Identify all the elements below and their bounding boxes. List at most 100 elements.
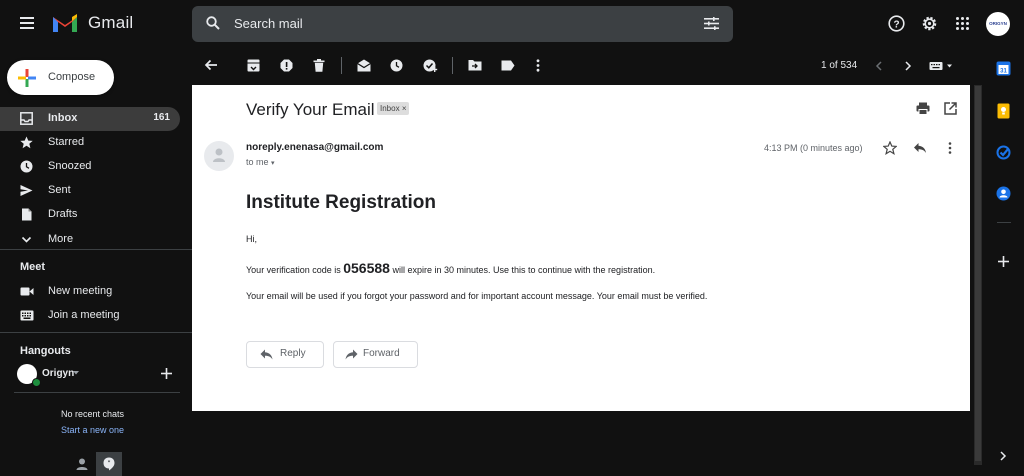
compose-plus-icon: [18, 69, 36, 87]
verification-code: 056588: [343, 260, 390, 276]
calendar-icon[interactable]: 31: [996, 61, 1011, 76]
newer-chevron-left-icon[interactable]: [875, 61, 882, 71]
email-greeting: Hi,: [246, 234, 257, 244]
forward-icon: [345, 349, 358, 360]
delete-trash-icon[interactable]: [313, 59, 325, 72]
label-tag-icon[interactable]: [501, 60, 515, 71]
svg-text:?: ?: [893, 19, 899, 30]
sidebar-item-drafts[interactable]: Drafts: [0, 203, 180, 227]
hangouts-user-name[interactable]: Origyn: [42, 368, 74, 379]
reply-arrow-icon[interactable]: [913, 142, 927, 154]
sidebar-item-sent[interactable]: Sent: [0, 179, 180, 203]
scrollbar-thumb[interactable]: [975, 86, 981, 461]
show-side-panel-chevron-icon[interactable]: [1000, 451, 1007, 461]
meet-join-meeting[interactable]: Join a meeting: [0, 304, 180, 328]
message-time: 4:13 PM (0 minutes ago): [764, 143, 863, 153]
meet-item-label: New meeting: [48, 285, 113, 297]
toolbar-divider: [452, 57, 453, 74]
inbox-icon: [20, 112, 33, 125]
send-icon: [20, 185, 33, 196]
hangouts-section-title: Hangouts: [20, 345, 71, 357]
meet-section-title: Meet: [20, 261, 46, 273]
more-options-icon[interactable]: [536, 59, 540, 72]
sidebar-divider: [0, 332, 192, 333]
forward-button-label: Forward: [363, 348, 400, 359]
svg-text:": ": [108, 461, 111, 467]
meet-item-label: Join a meeting: [48, 309, 120, 321]
open-new-window-icon[interactable]: [944, 102, 957, 115]
help-icon[interactable]: ?: [888, 15, 905, 32]
message-subject: Verify Your Email: [246, 100, 375, 119]
hangouts-chat-icon: ": [103, 457, 115, 471]
recipient-details-caret-icon[interactable]: ▾: [271, 160, 275, 167]
sidebar-item-label: More: [48, 233, 74, 245]
contacts-person-icon[interactable]: [76, 458, 88, 470]
code-line-prefix: Your verification code is: [246, 265, 344, 275]
sidebar-item-label: Inbox: [48, 112, 78, 124]
reply-button[interactable]: Reply: [246, 341, 324, 368]
start-new-chat-link[interactable]: Start a new one: [61, 425, 124, 435]
print-icon[interactable]: [916, 102, 930, 115]
main-menu-icon[interactable]: [20, 17, 34, 29]
clock-icon: [20, 160, 33, 173]
online-status-dot: [32, 378, 41, 387]
input-tools-keyboard-icon[interactable]: [929, 61, 953, 71]
svg-text:31: 31: [1000, 69, 1007, 75]
inbox-unread-count: 161: [153, 112, 170, 123]
sidebar-item-label: Snoozed: [48, 160, 92, 172]
get-addons-plus-icon[interactable]: [998, 256, 1009, 267]
chevron-down-icon: [21, 236, 32, 243]
video-icon: [20, 287, 34, 296]
sidebar-item-inbox[interactable]: Inbox 161: [0, 107, 180, 131]
contacts-icon[interactable]: [996, 186, 1011, 201]
person-placeholder-icon: [213, 148, 225, 162]
search-input[interactable]: Search mail: [234, 16, 303, 31]
code-line-suffix: will expire in 30 minutes. Use this to c…: [389, 265, 656, 275]
sender-email: noreply.enenasa@gmail.com: [246, 142, 384, 153]
side-panel-divider: [997, 222, 1011, 223]
caret-down-icon[interactable]: [73, 371, 79, 375]
forward-button[interactable]: Forward: [333, 341, 418, 368]
add-contact-plus-icon[interactable]: [161, 368, 172, 379]
move-to-folder-icon[interactable]: [468, 59, 482, 71]
hangouts-divider: [14, 392, 180, 393]
search-icon[interactable]: [206, 16, 220, 30]
email-heading: Institute Registration: [246, 192, 437, 213]
meet-new-meeting[interactable]: New meeting: [0, 280, 180, 304]
tasks-icon[interactable]: [996, 145, 1011, 160]
keep-notes-icon[interactable]: [997, 103, 1010, 119]
recipient-to-me[interactable]: to me ▾: [246, 157, 275, 167]
compose-label: Compose: [48, 71, 96, 83]
star-outline-icon[interactable]: [883, 141, 897, 155]
gmail-brand-text[interactable]: Gmail: [88, 13, 133, 33]
star-icon: [20, 136, 33, 149]
mark-unread-icon[interactable]: [357, 59, 371, 72]
sidebar-item-label: Drafts: [48, 208, 78, 220]
no-recent-chats-text: No recent chats: [61, 409, 125, 419]
report-spam-icon[interactable]: [280, 59, 293, 72]
gmail-logo-icon[interactable]: [52, 13, 78, 33]
draft-icon: [22, 208, 32, 221]
badge-label: Inbox: [380, 104, 400, 113]
account-avatar[interactable]: ORIGYN: [986, 12, 1010, 36]
sidebar-item-snoozed[interactable]: Snoozed: [0, 155, 180, 179]
sidebar-item-label: Starred: [48, 136, 85, 148]
remove-label-close-icon[interactable]: ×: [402, 104, 407, 113]
reply-button-label: Reply: [280, 348, 306, 359]
account-avatar-logo: ORIGYN: [989, 21, 1007, 26]
search-options-icon[interactable]: [704, 17, 719, 30]
back-arrow-icon[interactable]: [204, 59, 218, 71]
settings-gear-icon[interactable]: [921, 15, 938, 32]
reply-icon: [260, 349, 273, 360]
sidebar-item-starred[interactable]: Starred: [0, 131, 180, 155]
archive-icon[interactable]: [247, 59, 260, 72]
snooze-clock-icon[interactable]: [390, 59, 403, 72]
toolbar-divider: [341, 57, 342, 74]
apps-grid-icon[interactable]: [956, 17, 969, 30]
keyboard-icon: [20, 310, 34, 321]
add-task-icon[interactable]: [423, 58, 438, 73]
inbox-label-badge[interactable]: Inbox ×: [377, 102, 410, 115]
email-notice: Your email will be used if you forgot yo…: [246, 291, 708, 301]
older-chevron-right-icon[interactable]: [905, 61, 912, 71]
message-more-options-icon[interactable]: [948, 142, 952, 154]
